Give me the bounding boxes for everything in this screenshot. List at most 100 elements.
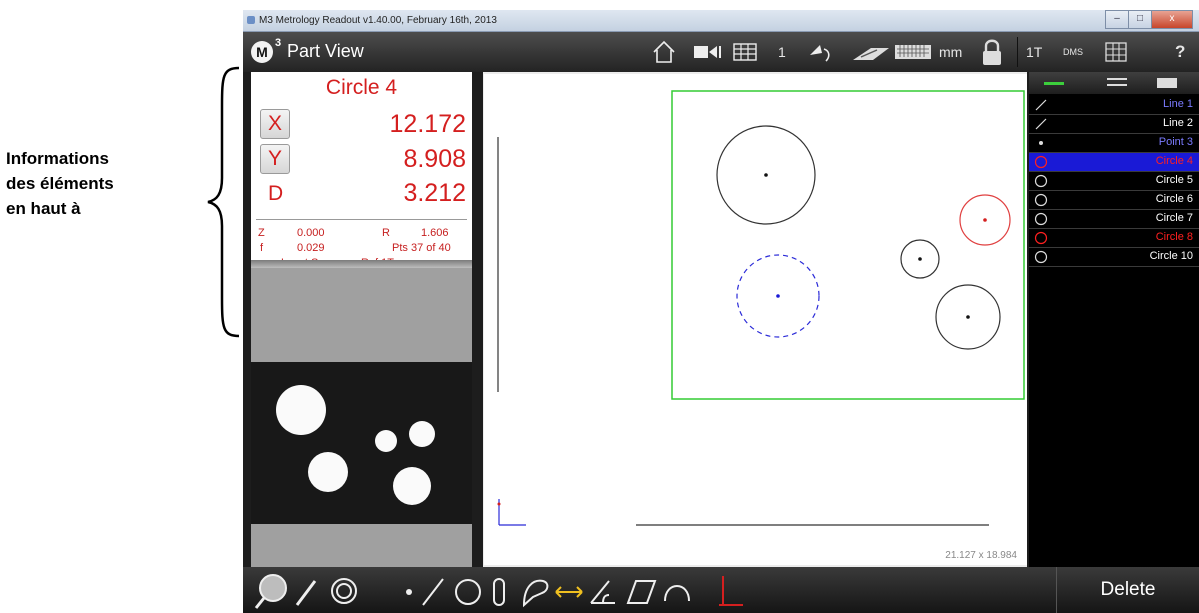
home-icon[interactable] bbox=[651, 39, 677, 65]
grid-icon[interactable] bbox=[733, 43, 757, 61]
feature-list-item[interactable]: Circle 8 bbox=[1029, 229, 1199, 248]
feature-list-item[interactable]: Line 1 bbox=[1029, 96, 1199, 115]
feature-name: Circle 4 bbox=[325, 76, 398, 99]
circle-type-icon bbox=[1034, 155, 1048, 169]
blob-circle bbox=[393, 467, 431, 505]
table-icon[interactable] bbox=[1105, 42, 1127, 62]
arch-tool-icon[interactable] bbox=[664, 585, 690, 602]
close-button[interactable]: x bbox=[1151, 10, 1193, 29]
probe-icon[interactable] bbox=[851, 44, 891, 62]
logo-superscript: 3 bbox=[275, 37, 282, 49]
keyboard-icon[interactable] bbox=[895, 45, 931, 59]
blob-circle bbox=[375, 430, 397, 452]
feature-list-item-label: Circle 4 bbox=[1155, 155, 1193, 167]
circle-center bbox=[918, 257, 922, 261]
blob-circle bbox=[308, 452, 348, 492]
f-label: f bbox=[260, 242, 264, 254]
z-label: Z bbox=[258, 227, 265, 239]
d-value: 3.212 bbox=[403, 179, 466, 207]
r-label: R bbox=[382, 227, 390, 239]
f-value: 0.029 bbox=[297, 242, 325, 254]
feature-list-item-label: Point 3 bbox=[1158, 136, 1193, 148]
line-tool-icon[interactable] bbox=[422, 578, 444, 606]
target-icon[interactable] bbox=[331, 578, 357, 604]
annotation-line-1: Informations bbox=[6, 149, 109, 168]
axis-origin-icon bbox=[497, 499, 526, 526]
r-value: 1.606 bbox=[421, 227, 449, 239]
y-button[interactable]: Y bbox=[260, 144, 290, 174]
view-title: Part View bbox=[287, 41, 364, 61]
feature-list-item-label: Circle 10 bbox=[1149, 250, 1193, 262]
feature-list-item[interactable]: Circle 5 bbox=[1029, 172, 1199, 191]
magnifier-icon[interactable] bbox=[254, 574, 287, 609]
blob-circle bbox=[409, 421, 435, 447]
parallelogram-tool-icon[interactable] bbox=[626, 580, 657, 604]
camera-image bbox=[276, 385, 435, 505]
video-icon[interactable] bbox=[693, 43, 721, 61]
window-title: M3 Metrology Readout v1.40.00, February … bbox=[259, 15, 497, 26]
feature-list-item[interactable]: Circle 6 bbox=[1029, 191, 1199, 210]
point-tool-icon[interactable] bbox=[406, 589, 412, 595]
feature-list-item[interactable]: Line 2 bbox=[1029, 115, 1199, 134]
circle-type-icon bbox=[1034, 212, 1048, 226]
feature-info-panel: Circle 4 X 12.172 Y 8.908 D 3.212 Z 0.00… bbox=[251, 72, 472, 269]
minimize-button[interactable]: – bbox=[1105, 10, 1129, 29]
panel-spacer-bottom bbox=[251, 524, 472, 567]
distance-tool-icon[interactable] bbox=[555, 586, 583, 598]
canvas-dimensions: 21.127 x 18.984 bbox=[945, 550, 1017, 561]
logo-icon[interactable]: M bbox=[251, 41, 273, 63]
title-bar: M3 Metrology Readout v1.40.00, February … bbox=[243, 10, 1199, 32]
count-indicator[interactable]: 1 bbox=[778, 44, 786, 60]
circle-center bbox=[776, 294, 780, 298]
part-drawing bbox=[497, 90, 1025, 526]
annotation-line-2: des éléments bbox=[6, 174, 114, 193]
feature-list-item-label: Line 2 bbox=[1163, 117, 1193, 129]
circle-center bbox=[764, 173, 768, 177]
panel-splitter[interactable] bbox=[251, 260, 472, 268]
green-frame bbox=[671, 90, 1025, 400]
circle-center bbox=[966, 315, 970, 319]
toolbar-separator bbox=[1017, 37, 1018, 67]
points-count: Pts 37 of 40 bbox=[392, 242, 451, 254]
angle-format-label[interactable]: DMS bbox=[1063, 47, 1083, 57]
feature-list-item[interactable]: Point 3 bbox=[1029, 134, 1199, 153]
app-window: M3 Metrology Readout v1.40.00, February … bbox=[243, 10, 1199, 613]
pen-icon[interactable] bbox=[295, 580, 317, 606]
info-divider bbox=[256, 219, 467, 220]
reference-label[interactable]: 1T bbox=[1026, 44, 1042, 60]
arc-tool-icon[interactable] bbox=[522, 579, 549, 608]
point-type-icon bbox=[1039, 141, 1043, 145]
x-button[interactable]: X bbox=[260, 109, 290, 139]
feature-list-item-label: Circle 5 bbox=[1155, 174, 1193, 186]
feature-list-header bbox=[1029, 72, 1199, 94]
feature-list-item-label: Circle 7 bbox=[1155, 212, 1193, 224]
angle-tool-icon[interactable] bbox=[590, 580, 615, 604]
circle-center bbox=[983, 218, 987, 222]
feature-list-item[interactable]: Circle 7 bbox=[1029, 210, 1199, 229]
z-value: 0.000 bbox=[297, 227, 325, 239]
circle-type-icon bbox=[1034, 174, 1048, 188]
part-view-canvas[interactable]: 21.127 x 18.984 bbox=[484, 74, 1027, 565]
measure-tools bbox=[254, 574, 743, 609]
slot-tool-icon[interactable] bbox=[493, 578, 505, 606]
delete-button[interactable]: Delete bbox=[1057, 567, 1199, 613]
lock-icon[interactable] bbox=[981, 38, 1003, 66]
maximize-button[interactable]: □ bbox=[1128, 10, 1152, 29]
list-view-toggle-icons[interactable] bbox=[1029, 72, 1199, 94]
circle-tool-icon[interactable] bbox=[455, 579, 481, 605]
feature-list-item[interactable]: Circle 4 bbox=[1029, 153, 1199, 172]
feature-list-item-label: Line 1 bbox=[1163, 98, 1193, 110]
circle-type-icon bbox=[1034, 250, 1048, 264]
feature-list-item-label: Circle 8 bbox=[1155, 231, 1193, 243]
undo-icon[interactable] bbox=[806, 41, 834, 63]
feature-list: Line 1 Line 2 Point 3 Circle 4 Circle 5 Circl… bbox=[1029, 72, 1199, 567]
top-toolbar: M 3 Part View 1 mm 1T DMS ? bbox=[243, 32, 1199, 72]
y-value: 8.908 bbox=[403, 145, 466, 173]
axis-tool-icon[interactable] bbox=[719, 576, 743, 606]
units-label[interactable]: mm bbox=[939, 44, 962, 60]
line-type-icon bbox=[1035, 118, 1047, 130]
app-icon bbox=[247, 16, 255, 24]
camera-view[interactable] bbox=[251, 362, 472, 524]
feature-list-item[interactable]: Circle 10 bbox=[1029, 248, 1199, 267]
help-button[interactable]: ? bbox=[1175, 42, 1185, 62]
